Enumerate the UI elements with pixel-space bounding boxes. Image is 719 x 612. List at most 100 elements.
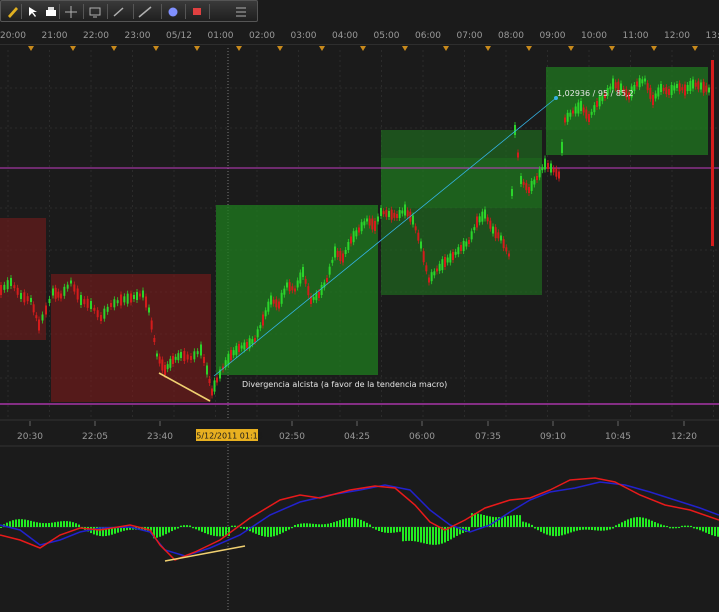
bull-candle	[446, 257, 449, 263]
bear-candle	[161, 359, 164, 371]
session-marker	[650, 46, 657, 51]
histogram-bar	[273, 527, 275, 537]
histogram-bar	[450, 527, 452, 540]
top-time-label: 06:00	[415, 31, 441, 41]
session-marker	[28, 46, 34, 51]
bull-candle	[302, 267, 304, 277]
histogram-bar	[348, 517, 350, 527]
histogram-bar	[234, 525, 236, 527]
bull-candle	[264, 310, 267, 317]
line-tool-button[interactable]	[137, 4, 153, 19]
histogram-bar	[282, 527, 284, 533]
histogram-bar	[15, 519, 17, 527]
top-time-label: 05/12	[166, 31, 192, 41]
bear-candle	[508, 253, 510, 257]
bear-candle	[190, 356, 192, 360]
bear-candle	[522, 181, 525, 185]
histogram-bar	[312, 523, 314, 527]
bull-candle	[90, 301, 92, 309]
bottom-time-label: 22:05	[82, 432, 108, 442]
top-time-label: 20:00	[0, 31, 26, 41]
histogram-bar	[174, 527, 176, 530]
bull-candle	[380, 208, 382, 216]
histogram-bar	[342, 519, 344, 527]
bear-candle	[547, 163, 549, 169]
pen-tool-button[interactable]	[111, 4, 127, 19]
bull-candle	[441, 259, 444, 271]
bear-candle	[60, 293, 62, 299]
histogram-bar	[504, 516, 506, 527]
histogram-bar	[435, 527, 437, 545]
toolbar-separator	[185, 4, 186, 19]
histogram-bar	[351, 517, 353, 527]
histogram-bar	[51, 522, 53, 527]
histogram-bar	[474, 513, 476, 527]
bear-candle	[646, 83, 649, 91]
bull-candle	[232, 350, 235, 356]
histogram-bar	[45, 523, 47, 527]
bull-candle	[500, 235, 502, 241]
pencil-button[interactable]	[5, 4, 21, 19]
bull-candle	[52, 288, 54, 296]
eraser-button[interactable]	[189, 4, 205, 19]
histogram-bar	[375, 527, 377, 530]
printer-button[interactable]	[43, 4, 59, 19]
bull-candle	[352, 231, 355, 243]
histogram-bar	[186, 525, 188, 527]
histogram-bar	[36, 522, 38, 527]
histogram-bar	[357, 518, 359, 527]
bull-candle	[481, 211, 484, 222]
crosshair-button[interactable]	[63, 4, 79, 19]
session-marker	[318, 46, 325, 51]
bottom-time-label: 02:50	[279, 432, 305, 442]
bull-candle	[454, 251, 457, 255]
histogram-bar	[603, 527, 605, 531]
top-time-label: 22:00	[83, 31, 109, 41]
bull-candle	[657, 87, 660, 97]
pen-tool-icon	[113, 7, 124, 17]
bull-candle	[473, 227, 476, 231]
bull-candle	[280, 292, 283, 304]
bull-candle	[256, 329, 259, 338]
bear-candle	[304, 278, 307, 284]
histogram-bar	[315, 524, 317, 527]
grid-button[interactable]	[233, 4, 249, 19]
bear-candle	[555, 168, 558, 177]
bear-candle	[588, 114, 590, 122]
histogram-bar	[201, 527, 203, 532]
trend-line-handle[interactable]	[554, 96, 558, 100]
bull-candle	[433, 271, 436, 276]
bear-candle	[425, 265, 428, 272]
histogram-bar	[663, 525, 665, 527]
circle-tool-button[interactable]	[165, 4, 181, 19]
histogram-bar	[345, 518, 347, 527]
bull-candle	[267, 301, 270, 312]
signal-line	[0, 481, 719, 557]
histogram-bar	[381, 527, 383, 532]
bottom-time-label: 20:30	[17, 432, 43, 442]
histogram-bar	[276, 527, 278, 536]
screen-button[interactable]	[87, 4, 103, 19]
bull-candle	[240, 345, 243, 349]
histogram-bar	[636, 517, 638, 527]
histogram-bar	[411, 527, 413, 541]
histogram-bar	[204, 527, 206, 534]
bear-candle	[230, 350, 232, 360]
histogram-bar	[48, 522, 50, 527]
cursor-button[interactable]	[25, 4, 41, 19]
histogram-bar	[213, 527, 215, 536]
histogram-bar	[417, 527, 419, 542]
price-chart[interactable]: 20:30 22:05 23:40 02:50 04:25 06:00 07:35 09:10…	[0, 44, 719, 612]
bear-candle	[558, 171, 560, 179]
trade-zone[interactable]	[381, 158, 542, 208]
histogram-bar	[648, 519, 650, 527]
bull-candle	[388, 211, 390, 217]
histogram-bar	[537, 527, 539, 531]
bull-candle	[48, 299, 51, 303]
histogram-bar	[168, 527, 170, 533]
toolbar-separator	[107, 4, 108, 19]
bear-candle	[246, 342, 248, 348]
bull-candle	[20, 293, 22, 299]
histogram-bar	[294, 525, 296, 527]
histogram-bar	[75, 523, 77, 527]
